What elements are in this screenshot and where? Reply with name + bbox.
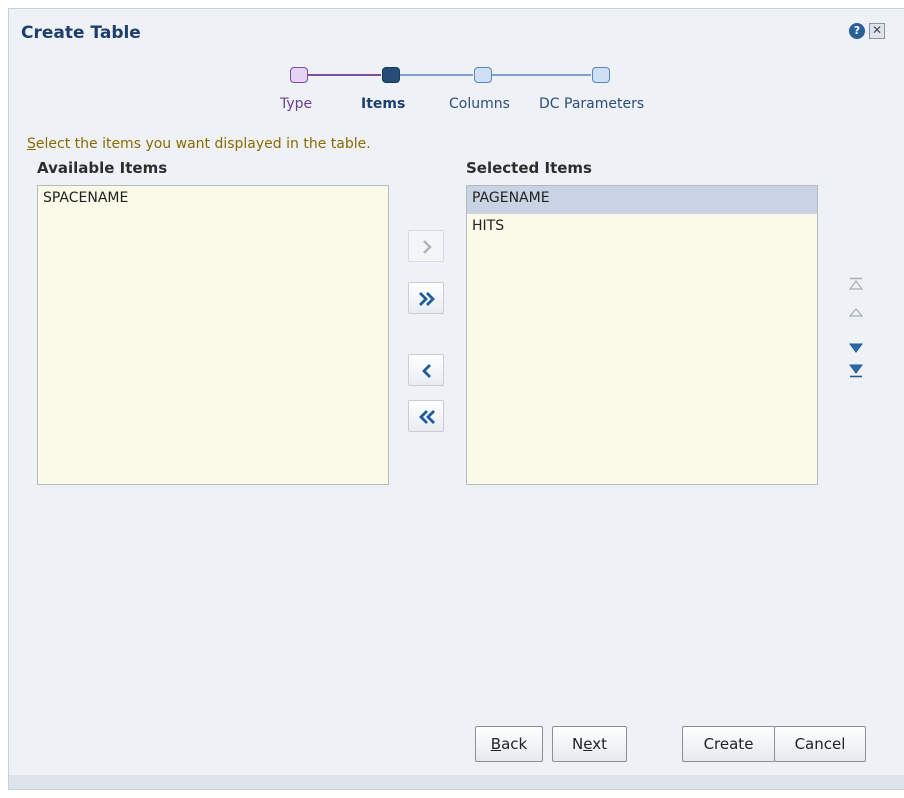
- train-connector: [399, 74, 473, 76]
- train-stop-dc-parameters[interactable]: [592, 67, 610, 83]
- move-all-button[interactable]: [408, 282, 444, 314]
- move-down-icon[interactable]: [849, 341, 863, 355]
- instruction-text: Select the items you want displayed in t…: [27, 136, 371, 152]
- next-accesskey: e: [583, 735, 593, 753]
- train-connector: [491, 74, 591, 76]
- list-item[interactable]: HITS: [467, 214, 817, 242]
- move-button[interactable]: [408, 230, 444, 262]
- train-connector: [307, 74, 381, 76]
- train-label-type[interactable]: Type: [280, 96, 312, 112]
- remove-button[interactable]: [408, 354, 444, 386]
- train-label-columns[interactable]: Columns: [449, 96, 510, 112]
- cancel-button[interactable]: Cancel: [774, 726, 866, 762]
- available-items-header: Available Items: [37, 159, 168, 177]
- next-label-rest: xt: [592, 735, 607, 753]
- train-stop-type[interactable]: [290, 67, 308, 83]
- dialog-footer-bar: [9, 775, 904, 789]
- back-button[interactable]: Back: [475, 726, 543, 762]
- train-label-items: Items: [361, 96, 406, 112]
- move-left-icon: [422, 364, 431, 378]
- train-stop-columns[interactable]: [474, 67, 492, 83]
- create-table-dialog: Create Table ? ✕ Type Items Columns DC P…: [8, 8, 904, 790]
- wizard-train: Type Items Columns DC Parameters: [9, 9, 904, 129]
- next-button[interactable]: Next: [552, 726, 627, 762]
- back-accesskey: B: [490, 735, 502, 753]
- train-label-dc-parameters[interactable]: DC Parameters: [539, 96, 644, 112]
- move-right-icon: [423, 240, 432, 254]
- move-up-icon[interactable]: [849, 305, 863, 319]
- remove-all-button[interactable]: [408, 400, 444, 432]
- move-to-top-icon[interactable]: [849, 277, 863, 291]
- train-stop-items: [382, 67, 400, 83]
- move-all-right-icon: [419, 292, 435, 306]
- instruction-accesskey: S: [27, 136, 36, 152]
- list-item[interactable]: PAGENAME: [467, 186, 817, 214]
- instruction-rest: elect the items you want displayed in th…: [35, 136, 371, 152]
- selected-items-list[interactable]: PAGENAME HITS: [466, 185, 818, 485]
- move-to-bottom-icon[interactable]: [849, 364, 863, 378]
- selected-items-header: Selected Items: [466, 159, 592, 177]
- list-item[interactable]: SPACENAME: [38, 186, 388, 214]
- move-all-left-icon: [419, 410, 435, 424]
- back-label: ack: [501, 735, 528, 753]
- next-label-pre: N: [572, 735, 584, 753]
- create-button[interactable]: Create: [682, 726, 775, 762]
- available-items-list[interactable]: SPACENAME: [37, 185, 389, 485]
